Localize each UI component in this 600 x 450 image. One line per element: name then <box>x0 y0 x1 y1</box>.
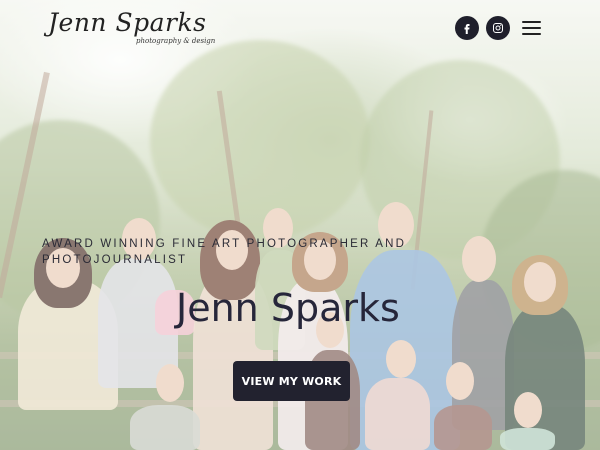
instagram-icon <box>492 22 504 34</box>
hamburger-menu-icon[interactable] <box>522 20 542 36</box>
hero-tagline: AWARD WINNING FINE ART PHOTOGRAPHER AND … <box>42 238 407 266</box>
facebook-link[interactable] <box>455 16 479 40</box>
site-logo[interactable]: Jenn Sparks photography & design <box>48 8 215 48</box>
facebook-icon <box>461 22 473 34</box>
logo-name: Jenn Sparks <box>48 8 207 37</box>
hero-headline: Jenn Sparks <box>176 286 400 330</box>
instagram-link[interactable] <box>486 16 510 40</box>
view-my-work-button[interactable]: VIEW MY WORK <box>233 361 350 401</box>
logo-tagline: photography & design <box>136 37 216 45</box>
